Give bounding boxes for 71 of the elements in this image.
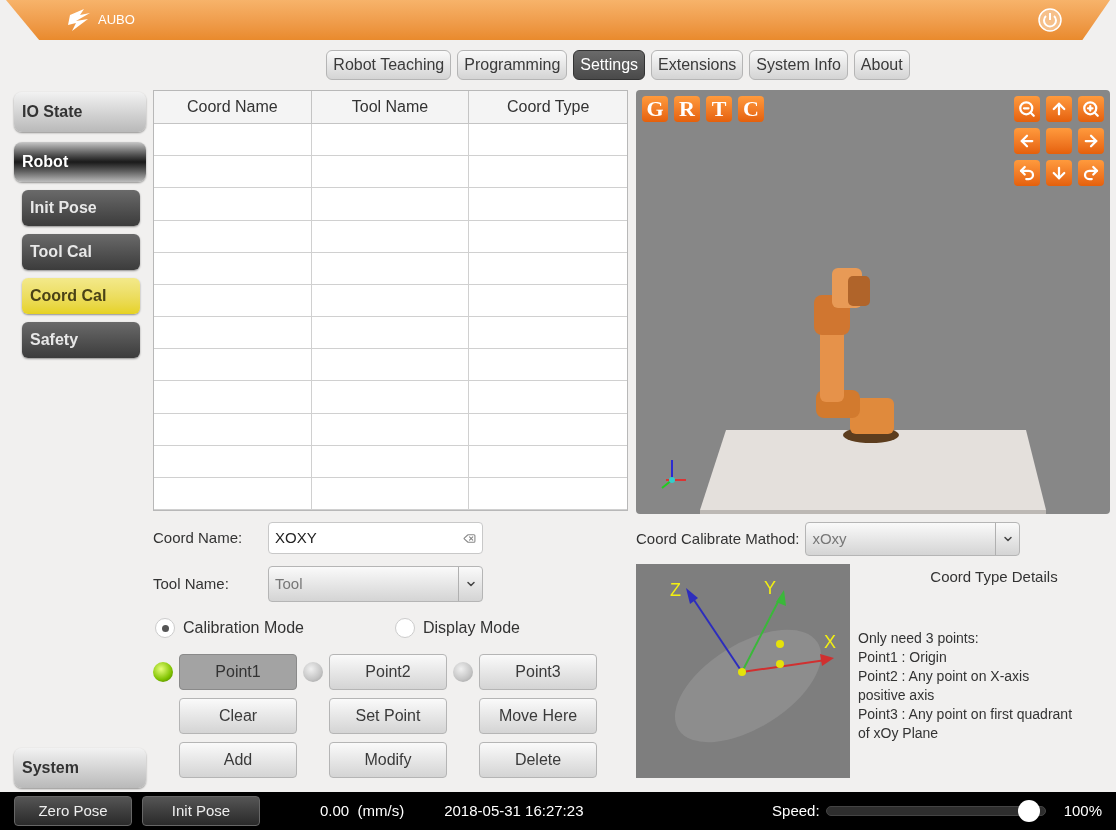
left-button[interactable] (1014, 128, 1040, 154)
tab[interactable]: Extensions (651, 50, 744, 80)
field-label: Tool Name: (153, 573, 230, 594)
power-icon[interactable] (1038, 8, 1062, 32)
method-dropdown[interactable]: xOxy (805, 522, 1021, 556)
column-header: Coord Name (154, 91, 312, 123)
column-header: Coord Type (505, 97, 591, 117)
field-label: Coord Name: (153, 527, 244, 548)
axis-label: X (824, 632, 836, 652)
action-button[interactable]: Set Point (329, 698, 447, 734)
speed-reading: 100% (1063, 800, 1102, 821)
point-button[interactable]: Point1 (179, 654, 297, 690)
zoom-out-button[interactable] (1014, 96, 1040, 122)
details-text: Point2 : Any point on X-axis positive axis (858, 666, 1031, 705)
arrow-right-icon (1082, 132, 1100, 150)
curved-arrow-right-icon (1082, 164, 1100, 182)
field-label: Coord Calibrate Mathod: (636, 528, 800, 549)
tool-name-dropdown[interactable]: Tool (268, 566, 483, 602)
sidebar-item[interactable]: Tool Cal (22, 234, 140, 270)
details-text: Point1 : Origin (858, 647, 948, 667)
point-button[interactable]: Point2 (329, 654, 447, 690)
details-title: Coord Type Details (929, 567, 1059, 587)
axis-label: Z (670, 580, 681, 600)
action-button[interactable]: Move Here (479, 698, 597, 734)
sidebar-item[interactable]: Init Pose (22, 190, 140, 226)
sidebar-item[interactable]: System (14, 748, 146, 788)
column-header: Tool Name (311, 91, 470, 123)
origin-point (738, 668, 746, 676)
clear-icon[interactable] (463, 531, 476, 545)
radio-label: Calibration Mode (183, 618, 304, 638)
sidebar-item[interactable]: IO State (14, 92, 146, 132)
details-text: Only need 3 points: (858, 628, 980, 648)
tab[interactable]: System Info (749, 50, 848, 80)
logo-text: AUBO (98, 11, 135, 30)
sidebar-item[interactable]: Coord Cal (22, 278, 140, 314)
tab[interactable]: Settings (573, 50, 646, 80)
point-button[interactable]: Point3 (479, 654, 597, 690)
status-button[interactable]: Zero Pose (14, 796, 132, 826)
tab[interactable]: Programming (457, 50, 568, 80)
tab[interactable]: Robot Teaching (326, 50, 452, 80)
speed-label: Speed: (772, 800, 820, 821)
date-time: 2018-05-31 16:27:23 (444, 800, 584, 821)
arrow-down-icon (1050, 164, 1068, 182)
action-button[interactable]: Modify (329, 742, 447, 778)
tab[interactable]: About (853, 50, 910, 80)
coord-name-field[interactable]: XOXY (268, 522, 483, 554)
calibration-point (776, 660, 784, 668)
zoom-in-icon (1082, 100, 1100, 118)
zoom-in-button[interactable] (1078, 96, 1104, 122)
curved-arrow-left-icon (1018, 164, 1036, 182)
rotate-left-button[interactable] (1014, 160, 1040, 186)
zoom-out-icon (1018, 100, 1036, 118)
slider-thumb[interactable] (1017, 800, 1040, 822)
axis-label: Y (764, 578, 776, 598)
details-text: Point3 : Any point on first quadrant of xOy Plane (858, 704, 1073, 743)
action-button[interactable]: Delete (479, 742, 597, 778)
down-button[interactable] (1046, 160, 1072, 186)
speed-slider[interactable] (825, 800, 1046, 822)
radio-button[interactable] (155, 618, 175, 638)
action-button[interactable]: Add (179, 742, 297, 778)
radio-button[interactable] (395, 618, 415, 638)
radio-label: Display Mode (423, 618, 520, 638)
status-button[interactable]: Init Pose (142, 796, 260, 826)
action-button[interactable]: Clear (179, 698, 297, 734)
sidebar-item[interactable]: Safety (22, 322, 140, 358)
velocity-reading: 0.00 (mm/s) (320, 800, 405, 821)
up-button[interactable] (1046, 96, 1072, 122)
right-button[interactable] (1078, 128, 1104, 154)
rotate-right-button[interactable] (1078, 160, 1104, 186)
sidebar-item[interactable]: Robot (14, 142, 146, 182)
calibration-point (776, 640, 784, 648)
